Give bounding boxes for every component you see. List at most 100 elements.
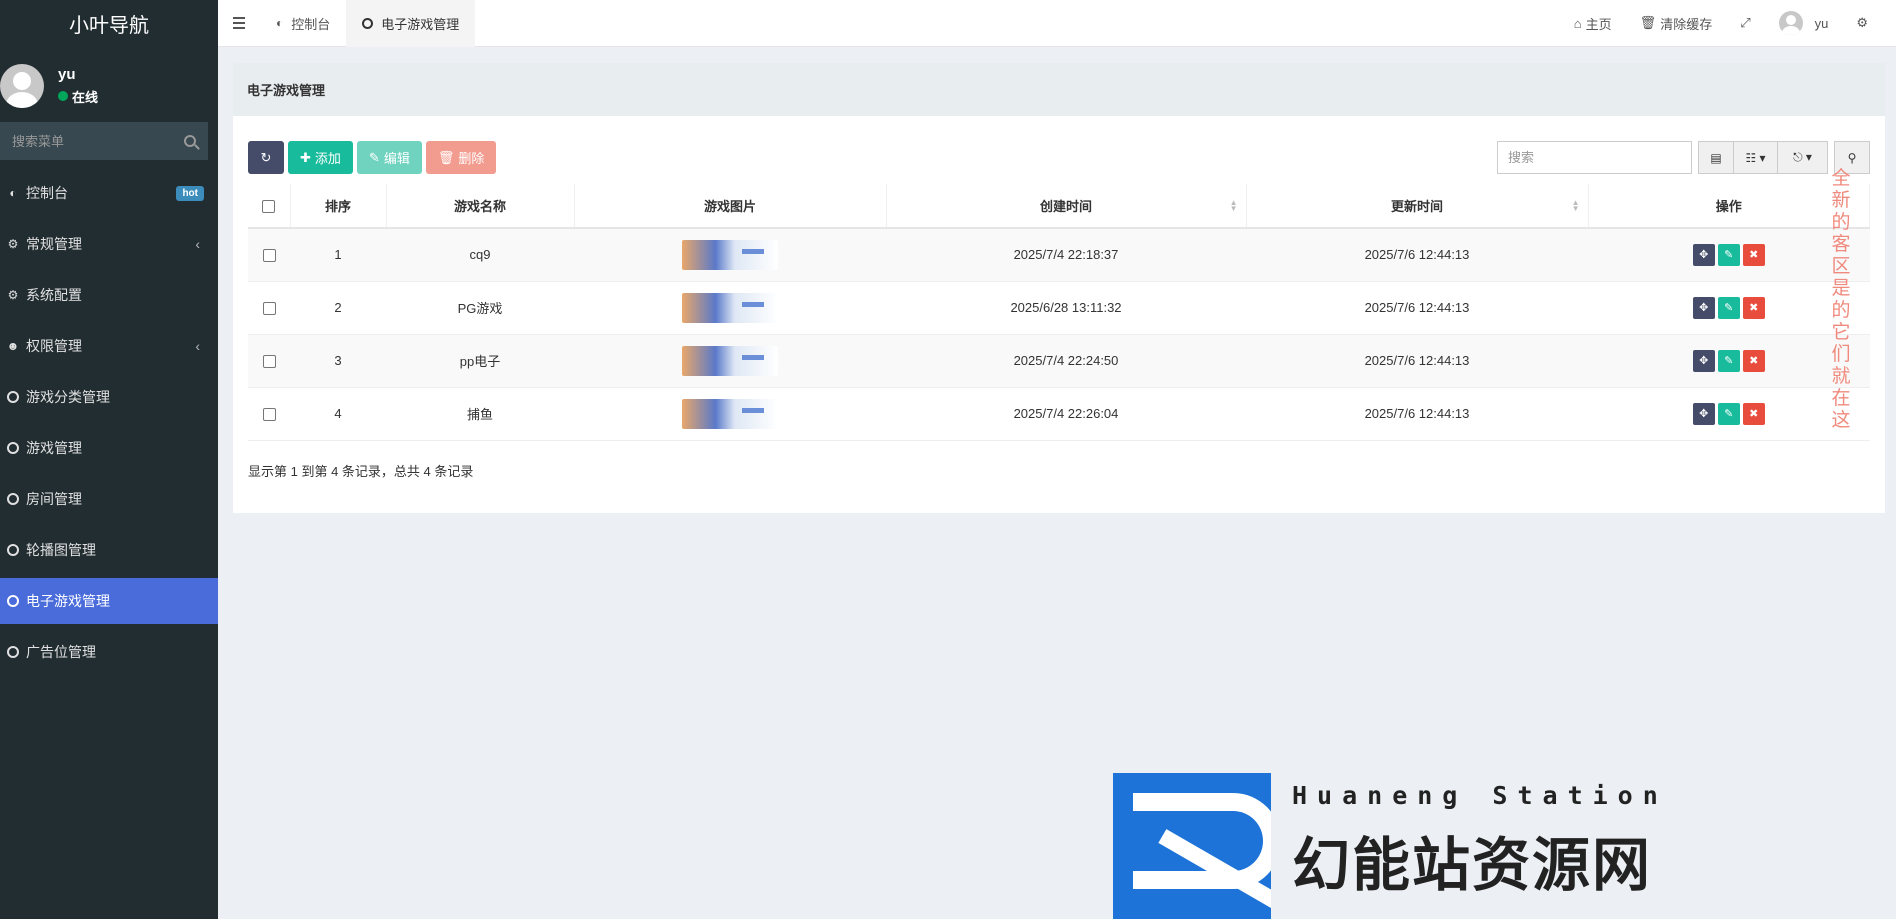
sidebar-item-label: 游戏分类管理 [26, 389, 110, 405]
settings-gear-icon[interactable]: ⚙ [1842, 15, 1882, 31]
sidebar-item-label: 控制台 [26, 185, 68, 201]
cell-created: 2025/7/4 22:26:04 [886, 387, 1246, 441]
user-menu[interactable]: yu [1765, 11, 1843, 35]
circle-icon [6, 441, 20, 455]
panel-title: 电子游戏管理 [233, 63, 1885, 116]
pencil-icon[interactable]: ✎ [1717, 349, 1740, 372]
avatar [1778, 11, 1803, 35]
select-all-checkbox[interactable] [262, 200, 276, 214]
col-sort[interactable]: 排序 [290, 184, 387, 229]
content-panel: 电子游戏管理 ↻ ✚添加 ✎编辑 🗑删除 ▤ ☷ ▾ ⎋ ▾ ⚲ 排序 游戏名称… [233, 63, 1885, 513]
col-updated[interactable]: 更新时间 ▲ ▼ [1246, 184, 1589, 229]
brand-logo[interactable]: 小叶导航 [0, 0, 218, 47]
move-icon[interactable]: ✥ [1692, 402, 1715, 425]
sort-icon: ▲ ▼ [1571, 198, 1580, 213]
sidebar-item-egames[interactable]: 电子游戏管理 [0, 578, 218, 624]
user-status: 在线 [58, 87, 98, 106]
menu-search [0, 122, 208, 160]
trash-icon[interactable]: ✖ [1742, 296, 1765, 319]
sidebar-item-ads[interactable]: 广告位管理 [0, 629, 218, 675]
cell-updated: 2025/7/6 12:44:13 [1246, 387, 1588, 441]
sidebar-item-rooms[interactable]: 房间管理 [0, 476, 218, 522]
game-thumbnail[interactable] [682, 345, 778, 376]
col-actions: 操作 [1588, 184, 1870, 229]
refresh-button[interactable]: ↻ [248, 141, 284, 174]
pencil-icon[interactable]: ✎ [1717, 243, 1740, 266]
edit-button[interactable]: ✎ 编辑 [356, 141, 422, 174]
table-row: 3 pp电子 2025/7/4 22:24:50 2025/7/6 12:44:… [248, 334, 1870, 388]
toolbar: ↻ ✚ 添加 ✎ 编辑 🗑 删除 [248, 141, 497, 174]
sidebar: 小叶导航 yu 在线 ◐ 控制台 hot ⚙ 常规管理 ‹ ⚙ 系统配置 [0, 0, 218, 919]
col-created[interactable]: 创建时间 ▲ ▼ [886, 184, 1247, 229]
sidebar-item-carousel[interactable]: 轮播图管理 [0, 527, 218, 573]
online-dot-icon [58, 91, 68, 101]
col-image[interactable]: 游戏图片 [574, 184, 887, 229]
cell-created: 2025/7/4 22:24:50 [886, 334, 1246, 388]
cell-updated: 2025/7/6 12:44:13 [1246, 228, 1588, 282]
sidebar-item-label: 电子游戏管理 [26, 593, 110, 609]
sidebar-item-config[interactable]: ⚙ 系统配置 [0, 272, 218, 318]
trash-icon[interactable]: ✖ [1742, 243, 1765, 266]
sidebar-menu: ◐ 控制台 hot ⚙ 常规管理 ‹ ⚙ 系统配置 ☻ 权限管理 ‹ 游戏分类管… [0, 170, 218, 675]
menu-toggle-icon[interactable] [218, 0, 260, 47]
move-icon[interactable]: ✥ [1692, 349, 1715, 372]
row-checkbox[interactable] [262, 302, 276, 316]
cell-sort: 1 [290, 228, 386, 282]
circle-icon [6, 390, 20, 404]
sidebar-item-auth[interactable]: ☻ 权限管理 ‹ [0, 323, 218, 369]
trash-icon[interactable]: ✖ [1742, 402, 1765, 425]
sidebar-item-label: 常规管理 [26, 236, 82, 252]
refresh-icon: ↻ [260, 149, 272, 165]
sidebar-item-general[interactable]: ⚙ 常规管理 ‹ [0, 221, 218, 267]
sidebar-item-label: 系统配置 [26, 287, 82, 303]
menu-search-input[interactable] [12, 133, 162, 149]
row-checkbox[interactable] [262, 408, 276, 422]
cell-name: 捕鱼 [386, 387, 574, 441]
chevron-left-icon: ‹ [195, 236, 200, 252]
avatar [0, 63, 44, 108]
cogs-icon: ⚙ [7, 237, 19, 251]
gear-icon: ⚙ [7, 288, 19, 302]
sidebar-item-games[interactable]: 游戏管理 [0, 425, 218, 471]
move-icon[interactable]: ✥ [1692, 243, 1715, 266]
row-checkbox[interactable] [262, 249, 276, 263]
games-table: 排序 游戏名称 游戏图片 创建时间 ▲ ▼ 更新时间 ▲ ▼ 操作 1 cq9 2025… [248, 184, 1870, 441]
table-search-input[interactable] [1497, 141, 1692, 174]
sidebar-item-label: 广告位管理 [26, 644, 96, 660]
col-name[interactable]: 游戏名称 [386, 184, 575, 229]
sidebar-item-game-category[interactable]: 游戏分类管理 [0, 374, 218, 420]
fullscreen-icon[interactable]: ⤢ [1726, 15, 1764, 31]
add-button[interactable]: ✚ 添加 [288, 141, 353, 174]
watermark-subtitle: Huaneng Station [1292, 781, 1668, 810]
columns-icon[interactable]: ☷ ▾ [1734, 141, 1778, 174]
watermark-title: 幻能站资源网 [1292, 833, 1653, 898]
cell-sort: 2 [290, 281, 386, 335]
delete-button[interactable]: 🗑 删除 [425, 141, 497, 174]
export-icon[interactable]: ⎋ ▾ [1778, 141, 1828, 174]
tab-egames[interactable]: 电子游戏管理 [346, 0, 476, 47]
pencil-icon[interactable]: ✎ [1717, 402, 1740, 425]
trash-icon[interactable]: ✖ [1742, 349, 1765, 372]
row-checkbox[interactable] [262, 355, 276, 369]
cell-created: 2025/7/4 22:18:37 [886, 228, 1246, 282]
move-icon[interactable]: ✥ [1692, 296, 1715, 319]
sidebar-item-label: 游戏管理 [26, 440, 82, 456]
tab-dashboard[interactable]: ◐ 控制台 [260, 0, 346, 47]
home-icon: ⌂ [1573, 15, 1582, 31]
circle-icon [6, 543, 20, 557]
plus-icon: ✚ [300, 149, 311, 165]
home-link[interactable]: ⌂ 主页 [1560, 14, 1626, 33]
chevron-left-icon: ‹ [195, 338, 200, 354]
table-row: 1 cq9 2025/7/4 22:18:37 2025/7/6 12:44:1… [248, 228, 1870, 282]
sidebar-item-dashboard[interactable]: ◐ 控制台 hot [0, 170, 218, 216]
game-thumbnail[interactable] [682, 239, 778, 270]
user-name: yu [58, 65, 76, 83]
clear-cache-button[interactable]: 🗑 清除缓存 [1626, 14, 1727, 33]
search-icon[interactable] [184, 135, 196, 147]
game-thumbnail[interactable] [682, 398, 778, 429]
cell-name: cq9 [386, 228, 574, 282]
sidebar-item-label: 房间管理 [26, 491, 82, 507]
pencil-icon[interactable]: ✎ [1717, 296, 1740, 319]
game-thumbnail[interactable] [682, 292, 778, 323]
toggle-view-icon[interactable]: ▤ [1698, 141, 1734, 174]
